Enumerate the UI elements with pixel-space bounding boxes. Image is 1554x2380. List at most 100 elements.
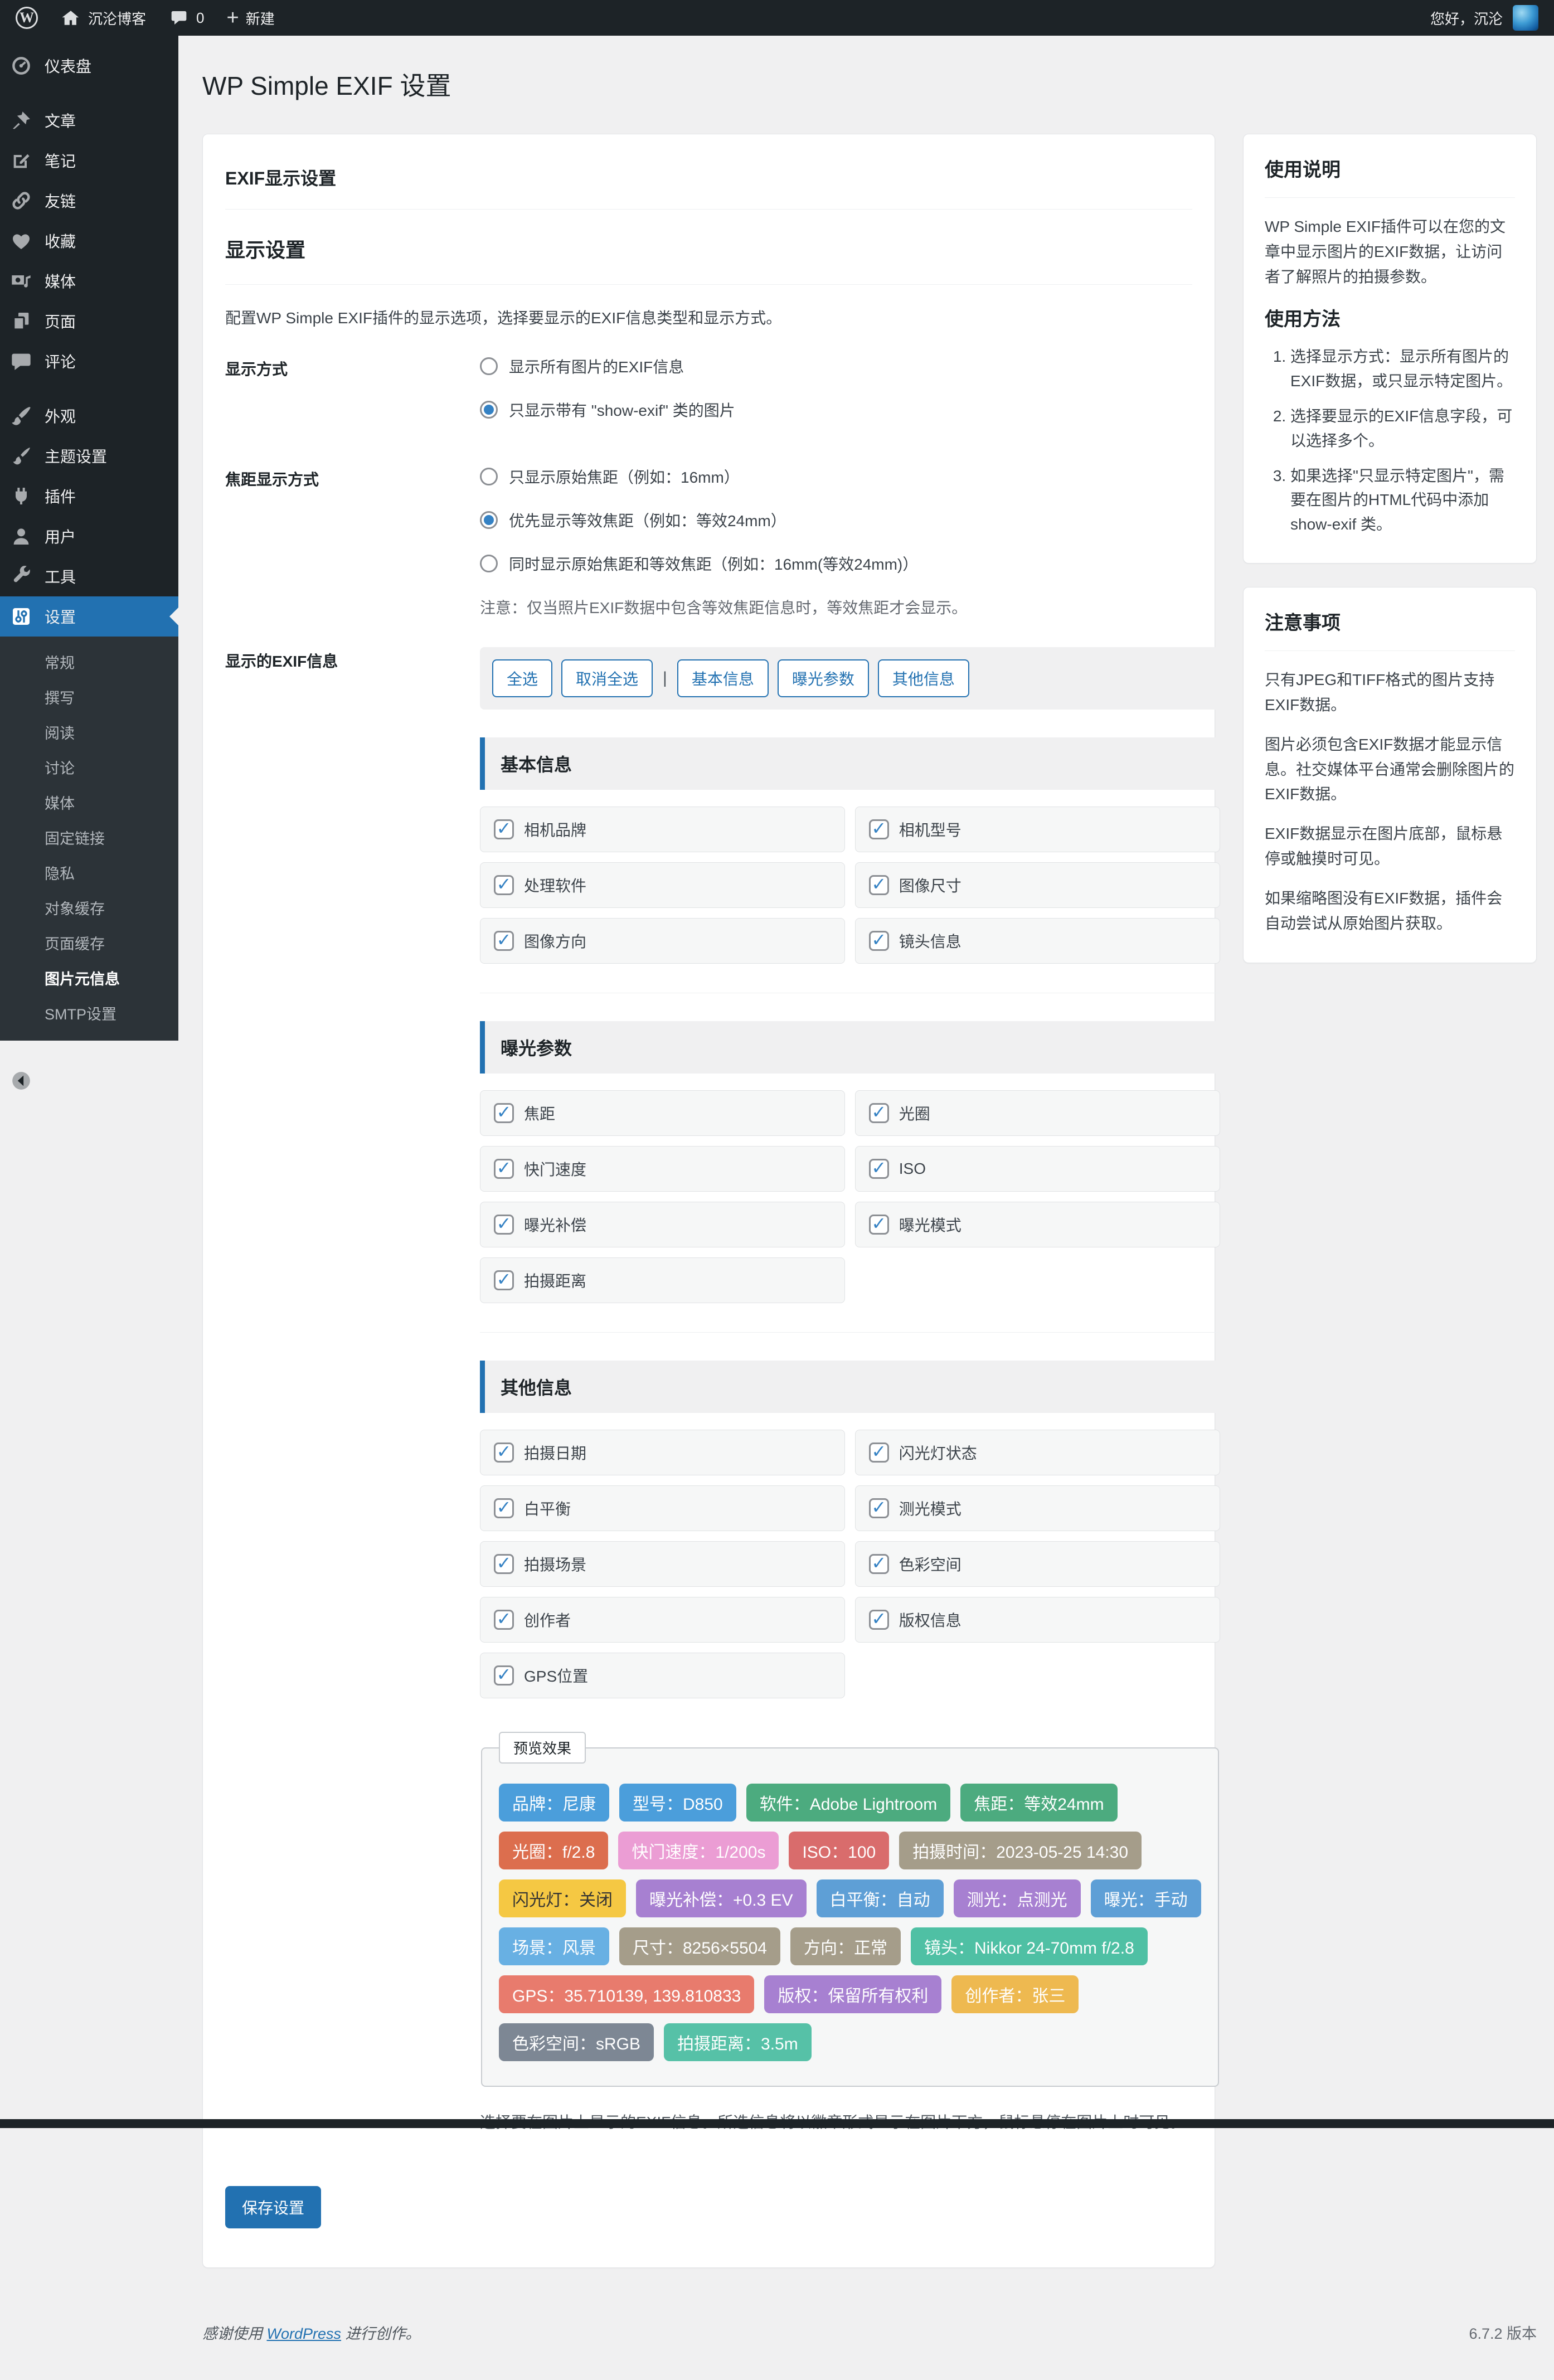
select-basic-button[interactable]: 基本信息 <box>677 659 769 697</box>
checkbox-aperture[interactable]: ✓光圈 <box>855 1090 1220 1136</box>
sidebar-item-media[interactable]: 媒体 <box>0 261 178 301</box>
checkbox-icon[interactable]: ✓ <box>494 1610 514 1630</box>
checkbox-image-size[interactable]: ✓图像尺寸 <box>855 862 1220 908</box>
submenu-discussion[interactable]: 讨论 <box>0 750 178 785</box>
radio-focal-both[interactable]: 同时显示原始焦距和等效焦距（例如：16mm(等效24mm)） <box>480 552 1192 575</box>
plugin-icon <box>10 485 32 507</box>
home-icon <box>60 7 81 28</box>
radio-show-all[interactable]: 显示所有图片的EXIF信息 <box>480 355 1192 377</box>
radio-focal-original[interactable]: 只显示原始焦距（例如：16mm） <box>480 465 1192 488</box>
checkbox-icon[interactable]: ✓ <box>494 1270 514 1290</box>
checkbox-date-taken[interactable]: ✓拍摄日期 <box>480 1430 845 1475</box>
wordpress-menu[interactable]: W <box>16 7 38 29</box>
checkbox-icon[interactable]: ✓ <box>869 931 889 951</box>
sidebar-item-favorites[interactable]: 收藏 <box>0 221 178 261</box>
radio-icon-selected[interactable] <box>480 511 498 529</box>
checkbox-color-space[interactable]: ✓色彩空间 <box>855 1541 1220 1587</box>
checkbox-icon[interactable]: ✓ <box>494 1159 514 1179</box>
submenu-general[interactable]: 常规 <box>0 644 178 679</box>
sidebar-item-appearance[interactable]: 外观 <box>0 396 178 436</box>
checkbox-icon[interactable]: ✓ <box>869 1498 889 1518</box>
sidebar-item-comments[interactable]: 评论 <box>0 341 178 381</box>
group-header-exposure: 曝光参数 <box>480 1021 1220 1074</box>
submenu-reading[interactable]: 阅读 <box>0 715 178 750</box>
checkbox-camera-model[interactable]: ✓相机型号 <box>855 807 1220 852</box>
save-settings-button[interactable]: 保存设置 <box>225 2186 321 2228</box>
submenu-image-meta[interactable]: 图片元信息 <box>0 960 178 995</box>
checkbox-icon[interactable]: ✓ <box>869 875 889 895</box>
checkbox-copyright[interactable]: ✓版权信息 <box>855 1597 1220 1643</box>
new-content-button[interactable]: + 新建 <box>226 7 274 28</box>
checkbox-icon[interactable]: ✓ <box>494 1498 514 1518</box>
sidebar-item-theme-settings[interactable]: 主题设置 <box>0 436 178 476</box>
checkbox-icon[interactable]: ✓ <box>869 1442 889 1463</box>
checkbox-icon[interactable]: ✓ <box>494 819 514 839</box>
checkbox-exposure-compensation[interactable]: ✓曝光补偿 <box>480 1202 845 1247</box>
checkbox-exposure-mode[interactable]: ✓曝光模式 <box>855 1202 1220 1247</box>
checkbox-icon[interactable]: ✓ <box>869 1159 889 1179</box>
sidebar-item-notes[interactable]: 笔记 <box>0 140 178 181</box>
submenu-page-cache[interactable]: 页面缓存 <box>0 925 178 960</box>
checkbox-orientation[interactable]: ✓图像方向 <box>480 918 845 964</box>
radio-focal-equivalent[interactable]: 优先显示等效焦距（例如：等效24mm） <box>480 509 1192 531</box>
submenu-object-cache[interactable]: 对象缓存 <box>0 890 178 925</box>
collapse-menu-button[interactable]: 收起菜单 <box>0 1061 178 1101</box>
checkbox-icon[interactable]: ✓ <box>494 1103 514 1123</box>
checkbox-gps-location[interactable]: ✓GPS位置 <box>480 1653 845 1698</box>
checkbox-shutter-speed[interactable]: ✓快门速度 <box>480 1146 845 1192</box>
checkbox-camera-make[interactable]: ✓相机品牌 <box>480 807 845 852</box>
checkbox-flash-status[interactable]: ✓闪光灯状态 <box>855 1430 1220 1475</box>
gauge-icon <box>10 55 32 77</box>
avatar[interactable] <box>1513 5 1538 31</box>
checkbox-icon[interactable]: ✓ <box>869 1610 889 1630</box>
sidebar-item-users[interactable]: 用户 <box>0 516 178 556</box>
badge-exposure-comp: 曝光补偿：+0.3 EV <box>636 1879 807 1917</box>
deselect-all-button[interactable]: 取消全选 <box>561 659 653 697</box>
radio-icon[interactable] <box>480 357 498 375</box>
checkbox-software[interactable]: ✓处理软件 <box>480 862 845 908</box>
checkbox-icon[interactable]: ✓ <box>494 1554 514 1574</box>
sidebar-item-pages[interactable]: 页面 <box>0 301 178 341</box>
checkbox-icon[interactable]: ✓ <box>494 1665 514 1686</box>
site-link[interactable]: 沉沦博客 <box>60 7 146 28</box>
submenu-media[interactable]: 媒体 <box>0 785 178 820</box>
checkbox-iso[interactable]: ✓ISO <box>855 1146 1220 1192</box>
select-exposure-button[interactable]: 曝光参数 <box>778 659 869 697</box>
sidebar-item-links[interactable]: 友链 <box>0 181 178 221</box>
sidebar-item-posts[interactable]: 文章 <box>0 100 178 140</box>
checkbox-icon[interactable]: ✓ <box>494 875 514 895</box>
wordpress-link[interactable]: WordPress <box>267 2325 342 2342</box>
comments-shortcut[interactable]: 0 <box>168 7 204 28</box>
checkbox-lens-info[interactable]: ✓镜头信息 <box>855 918 1220 964</box>
select-all-button[interactable]: 全选 <box>492 659 552 697</box>
badge-iso: ISO：100 <box>789 1832 889 1869</box>
sidebar-item-settings[interactable]: 设置 <box>0 596 178 637</box>
checkbox-icon[interactable]: ✓ <box>869 1103 889 1123</box>
checkbox-creator[interactable]: ✓创作者 <box>480 1597 845 1643</box>
select-other-button[interactable]: 其他信息 <box>878 659 969 697</box>
checkbox-icon[interactable]: ✓ <box>869 819 889 839</box>
checkbox-focal-length[interactable]: ✓焦距 <box>480 1090 845 1136</box>
radio-icon-selected[interactable] <box>480 401 498 419</box>
sidebar-item-tools[interactable]: 工具 <box>0 556 178 596</box>
checkbox-icon[interactable]: ✓ <box>494 931 514 951</box>
radio-show-class-only[interactable]: 只显示带有 "show-exif" 类的图片 <box>480 399 1192 421</box>
submenu-privacy[interactable]: 隐私 <box>0 855 178 890</box>
checkbox-metering-mode[interactable]: ✓测光模式 <box>855 1485 1220 1531</box>
submenu-permalinks[interactable]: 固定链接 <box>0 820 178 855</box>
checkbox-icon[interactable]: ✓ <box>869 1215 889 1235</box>
checkbox-subject-distance[interactable]: ✓拍摄距离 <box>480 1257 845 1303</box>
tools-icon <box>10 565 32 587</box>
checkbox-white-balance[interactable]: ✓白平衡 <box>480 1485 845 1531</box>
submenu-smtp[interactable]: SMTP设置 <box>0 995 178 1031</box>
checkbox-icon[interactable]: ✓ <box>494 1442 514 1463</box>
radio-icon[interactable] <box>480 468 498 485</box>
sidebar-item-plugins[interactable]: 插件 <box>0 476 178 516</box>
submenu-writing[interactable]: 撰写 <box>0 679 178 715</box>
checkbox-icon[interactable]: ✓ <box>494 1215 514 1235</box>
sidebar-item-dashboard[interactable]: 仪表盘 <box>0 46 178 86</box>
checkbox-icon[interactable]: ✓ <box>869 1554 889 1574</box>
wordpress-logo-letter: W <box>20 9 34 26</box>
checkbox-scene-type[interactable]: ✓拍摄场景 <box>480 1541 845 1587</box>
radio-icon[interactable] <box>480 555 498 572</box>
